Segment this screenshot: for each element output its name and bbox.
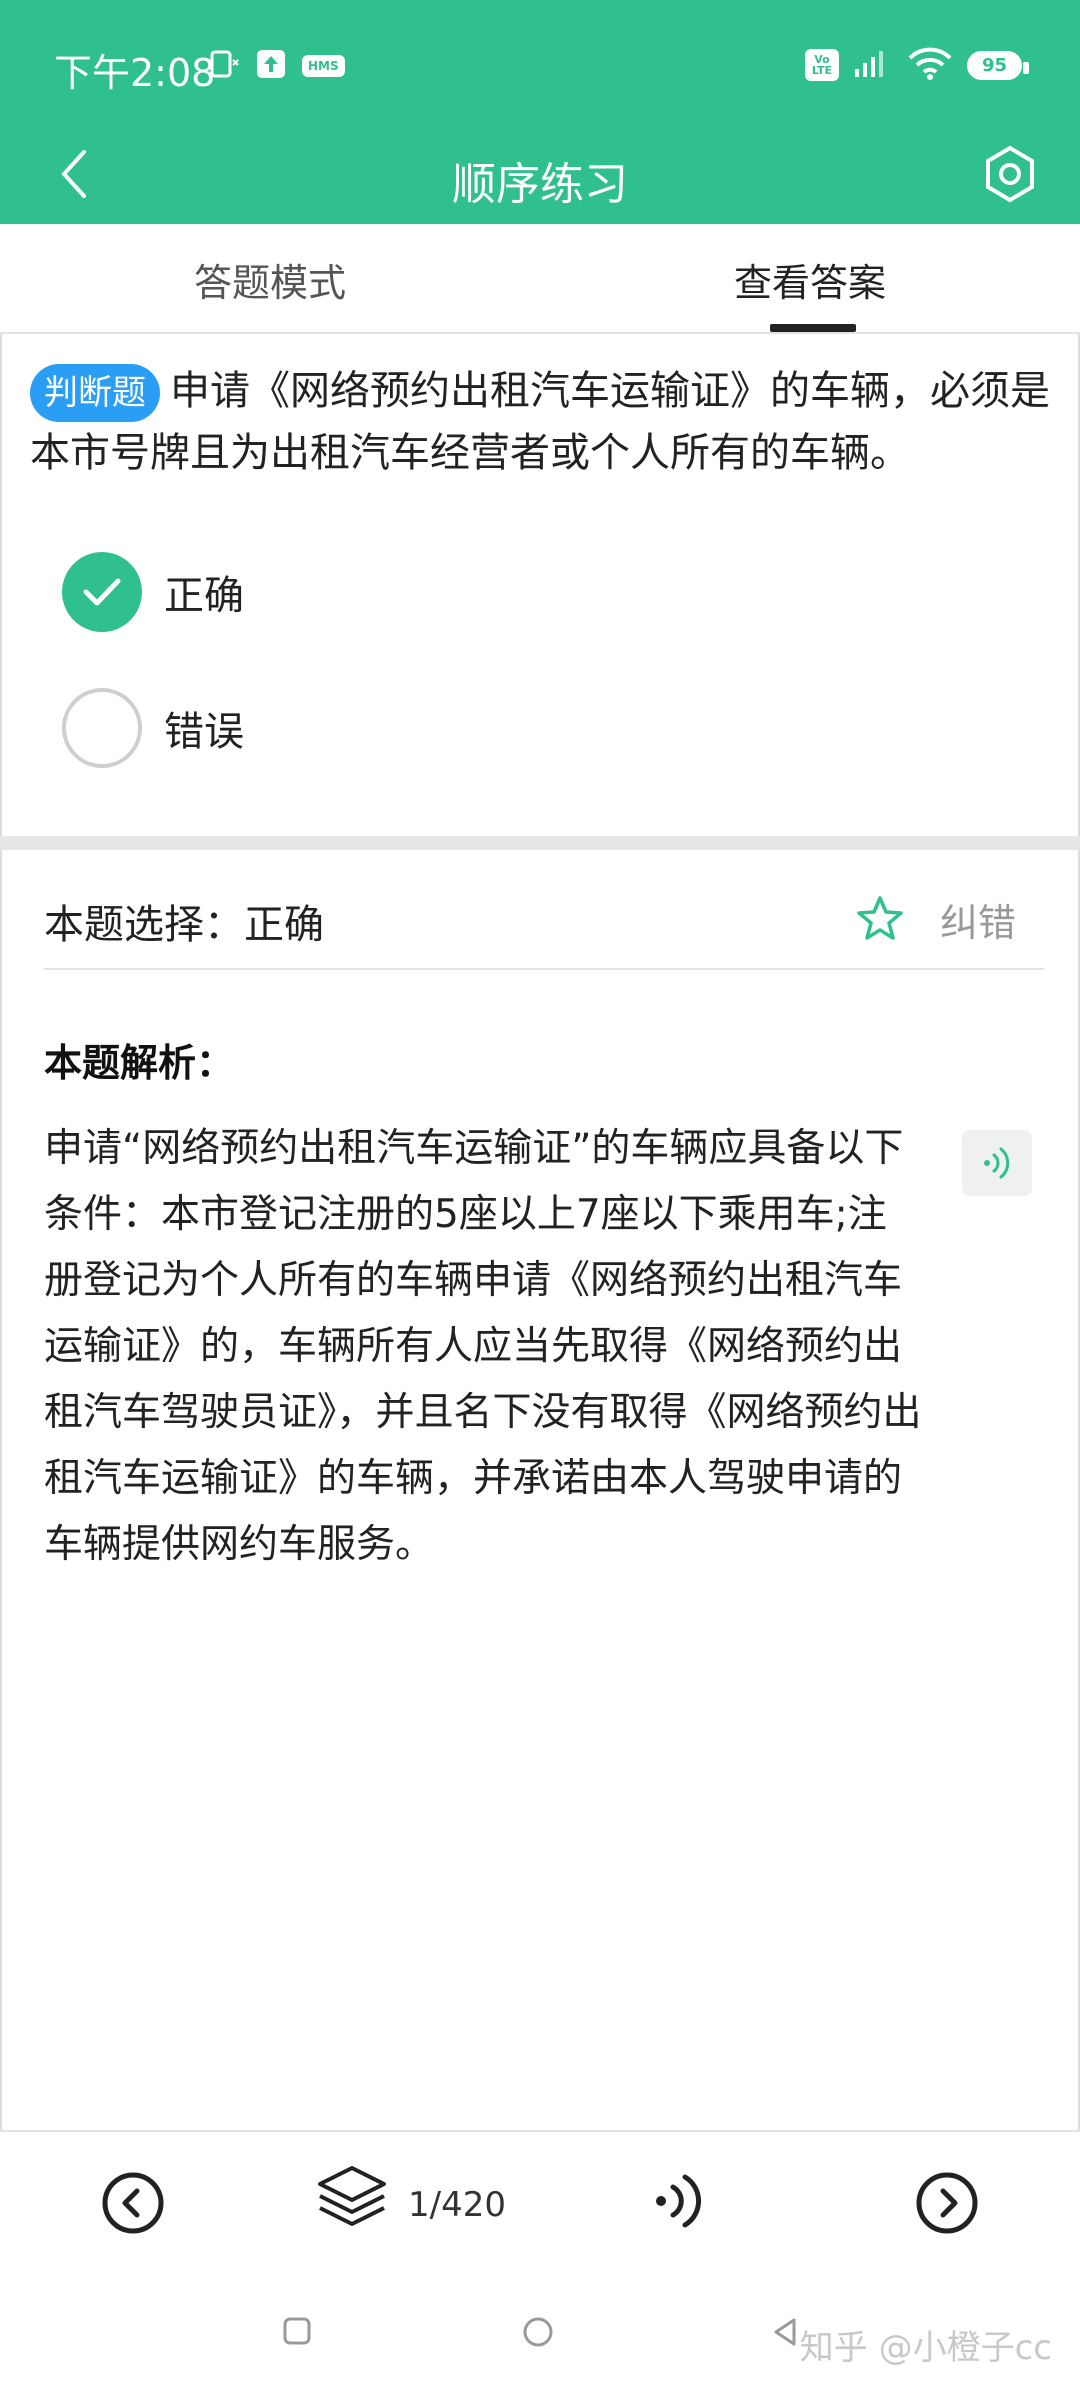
settings-button[interactable]	[970, 134, 1050, 214]
read-aloud-button[interactable]	[644, 2166, 714, 2236]
status-left-icons: HMS	[210, 48, 345, 84]
app-bar: 顺序练习	[0, 128, 1080, 224]
battery-icon: 95	[966, 50, 1030, 80]
triangle-left-icon	[774, 2318, 796, 2346]
option-correct[interactable]: 正确	[62, 552, 244, 632]
option-label: 正确	[164, 573, 244, 619]
tab-view-answer[interactable]: 查看答案	[540, 224, 1080, 334]
hms-icon: HMS	[302, 55, 345, 77]
question-list-button[interactable]: 1/420	[314, 2162, 506, 2232]
question-text: 申请《网络预约出租汽车运输证》的车辆，必须是本市号牌且为出租汽车经营者或个人所有…	[30, 368, 1050, 476]
wifi-icon	[907, 46, 953, 84]
previous-button[interactable]	[98, 2168, 168, 2238]
upload-icon	[256, 49, 286, 83]
back-nav-button[interactable]	[770, 2316, 800, 2352]
signal-icon	[853, 47, 893, 83]
screen-record-icon	[210, 48, 240, 84]
analysis-title: 本题解析：	[44, 1041, 235, 1085]
chevron-left-circle-icon	[102, 2172, 164, 2234]
bottom-toolbar: 1/420	[0, 2130, 1080, 2270]
question-text-block: 判断题 申请《网络预约出租汽车运输证》的车辆，必须是本市号牌且为出租汽车经营者或个…	[30, 360, 1050, 484]
mode-tabs: 答题模式 查看答案	[0, 224, 1080, 334]
progress-counter: 1/420	[408, 2185, 506, 2225]
option-label: 错误	[164, 709, 244, 755]
selected-answer-text: 本题选择：正确	[44, 902, 324, 948]
check-icon	[83, 578, 121, 606]
volte-icon: Vo LTE	[804, 49, 839, 81]
tab-answer-mode[interactable]: 答题模式	[0, 224, 540, 334]
layers-icon	[318, 2166, 386, 2226]
watermark: 知乎 @小橙子cc	[799, 2328, 1052, 2368]
play-analysis-button[interactable]	[962, 1130, 1032, 1196]
analysis-text: 申请“网络预约出租汽车运输证”的车辆应具备以下条件：本市登记注册的5座以上7座以…	[44, 1126, 922, 1567]
option-unselected-indicator	[62, 688, 142, 768]
sound-icon	[984, 1147, 1010, 1179]
settings-icon	[986, 145, 1034, 203]
home-button[interactable]	[522, 2316, 554, 2352]
sound-icon	[656, 2174, 702, 2228]
option-selected-indicator	[62, 552, 142, 632]
status-bar: 下午2:08 HMS Vo LTE 95	[0, 0, 1080, 128]
favorite-button[interactable]	[850, 888, 910, 948]
answer-choice-row: 本题选择：正确 纠错	[44, 880, 1044, 970]
recents-button[interactable]	[282, 2316, 312, 2350]
question-type-badge: 判断题	[30, 364, 160, 422]
next-button[interactable]	[912, 2168, 982, 2238]
chevron-right-circle-icon	[916, 2172, 978, 2234]
tab-indicator	[770, 324, 856, 332]
status-time: 下午2:08	[54, 51, 216, 95]
status-right-icons: Vo LTE 95	[804, 46, 1030, 84]
square-icon	[283, 2317, 311, 2345]
report-error-button[interactable]: 纠错	[940, 892, 1016, 947]
page-title: 顺序练习	[452, 159, 628, 210]
section-divider	[0, 836, 1080, 850]
star-icon	[857, 896, 903, 940]
option-wrong[interactable]: 错误	[62, 688, 244, 768]
circle-icon	[523, 2317, 553, 2347]
